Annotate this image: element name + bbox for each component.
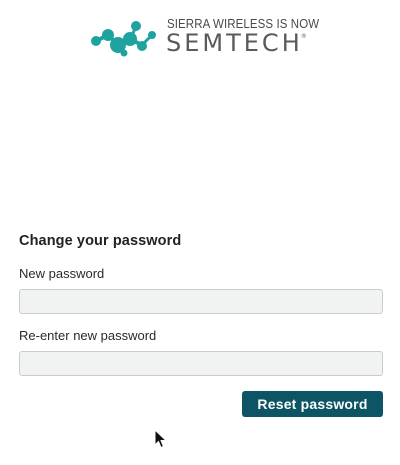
new-password-label: New password bbox=[19, 266, 105, 281]
confirm-password-group: Re-enter new password bbox=[19, 328, 383, 376]
confirm-password-label: Re-enter new password bbox=[19, 328, 157, 343]
confirm-password-input[interactable] bbox=[19, 351, 383, 376]
arrow-cursor-icon bbox=[154, 429, 168, 449]
semtech-logo: SIERRA WIRELESS IS NOW SEMTECH® bbox=[90, 15, 320, 57]
brand-wordmark: SEMTECH bbox=[166, 29, 303, 57]
form-actions: Reset password bbox=[19, 391, 383, 417]
new-password-input[interactable] bbox=[19, 289, 383, 314]
brand-name: SEMTECH® bbox=[166, 29, 307, 57]
trademark-symbol: ® bbox=[300, 33, 307, 40]
password-reset-page: SIERRA WIRELESS IS NOW SEMTECH® Change y… bbox=[0, 0, 400, 465]
semtech-molecule-icon bbox=[91, 21, 156, 57]
new-password-group: New password bbox=[19, 266, 383, 314]
reset-password-button[interactable]: Reset password bbox=[242, 391, 383, 417]
change-password-form: Change your password New password Re-ent… bbox=[19, 232, 383, 417]
form-title: Change your password bbox=[19, 233, 182, 249]
